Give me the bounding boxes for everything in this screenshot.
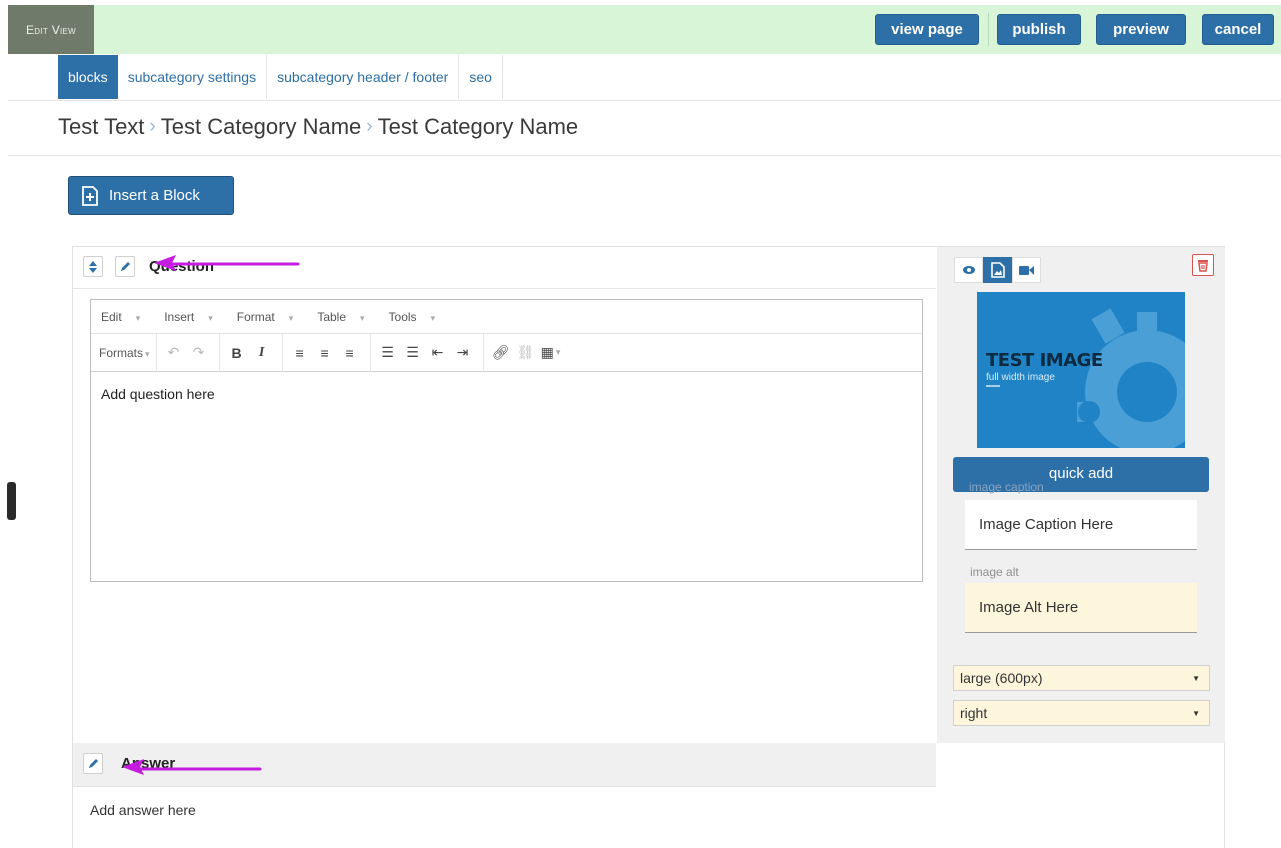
add-document-icon bbox=[82, 185, 98, 206]
caret-down-icon: ▼ bbox=[1192, 709, 1200, 718]
italic-icon[interactable]: I bbox=[251, 342, 273, 364]
image-alt-field[interactable]: Image Alt Here bbox=[965, 583, 1197, 633]
image-caption-field[interactable]: Image Caption Here bbox=[965, 500, 1197, 550]
menu-edit[interactable]: Edit ▾ bbox=[101, 310, 152, 324]
outdent-icon[interactable]: ⇤ bbox=[427, 342, 449, 364]
publish-button[interactable]: publish bbox=[997, 14, 1081, 45]
menu-insert[interactable]: Insert ▾ bbox=[164, 310, 225, 324]
pencil-icon bbox=[121, 261, 130, 271]
question-text[interactable]: Add question here bbox=[91, 372, 922, 416]
sort-icon bbox=[89, 260, 97, 273]
image-align-select[interactable]: right ▼ bbox=[953, 700, 1210, 726]
image-alt-label: image alt bbox=[970, 565, 1019, 579]
divider bbox=[8, 155, 1281, 156]
undo-icon[interactable]: ↶ bbox=[163, 342, 185, 364]
table-icon[interactable]: ▦ ▾ bbox=[540, 342, 562, 364]
question-editor: Edit ▾ Insert ▾ Format ▾ Table ▾ Tools ▾ Form… bbox=[90, 299, 923, 582]
divider bbox=[988, 13, 989, 46]
menu-table[interactable]: Table ▾ bbox=[317, 310, 376, 324]
image-caption-label: image caption bbox=[969, 480, 1044, 494]
delete-block-button[interactable] bbox=[1192, 254, 1214, 276]
menu-format[interactable]: Format ▾ bbox=[237, 310, 306, 324]
eye-icon bbox=[962, 266, 975, 274]
view-page-button[interactable]: view page bbox=[875, 14, 979, 45]
trash-icon bbox=[1198, 259, 1208, 272]
preview-button[interactable]: preview bbox=[1096, 14, 1186, 45]
editor-menu-bar: Edit ▾ Insert ▾ Format ▾ Table ▾ Tools ▾ bbox=[91, 300, 922, 334]
video-tab[interactable] bbox=[1012, 257, 1041, 283]
image-size-value: large (600px) bbox=[960, 670, 1043, 686]
image-tab[interactable] bbox=[983, 257, 1012, 283]
divider bbox=[8, 100, 1281, 101]
bold-icon[interactable]: B bbox=[226, 342, 248, 364]
breadcrumb-item[interactable]: Test Category Name bbox=[161, 114, 362, 140]
reorder-button[interactable] bbox=[83, 256, 103, 277]
video-camera-icon bbox=[1018, 265, 1034, 275]
link-icon[interactable]: 🔗︎ bbox=[490, 342, 512, 364]
chevron-right-icon: › bbox=[366, 116, 373, 137]
numbered-list-icon[interactable]: ☰ bbox=[377, 342, 399, 364]
image-size-select[interactable]: large (600px) ▼ bbox=[953, 665, 1210, 691]
align-right-icon[interactable]: ≡ bbox=[339, 342, 361, 364]
thumbnail-title: TEST IMAGE bbox=[986, 350, 1103, 371]
redo-icon[interactable]: ↷ bbox=[188, 342, 210, 364]
annotation-arrow-icon bbox=[122, 759, 262, 775]
chevron-right-icon: › bbox=[149, 116, 156, 137]
side-drawer-handle[interactable] bbox=[7, 482, 16, 520]
caret-down-icon: ▼ bbox=[1192, 674, 1200, 683]
media-tabs bbox=[954, 257, 1041, 283]
insert-block-label: Insert a Block bbox=[109, 187, 200, 204]
image-file-icon bbox=[990, 262, 1005, 278]
thumbnail-rule bbox=[986, 385, 1000, 387]
tab-seo[interactable]: seo bbox=[459, 55, 503, 99]
align-center-icon[interactable]: ≡ bbox=[314, 342, 336, 364]
thumbnail-subtitle: full width image bbox=[986, 372, 1055, 383]
top-bar: Edit View view page publish preview canc… bbox=[8, 5, 1281, 54]
breadcrumb-item: Test Category Name bbox=[377, 114, 579, 139]
tab-blocks[interactable]: blocks bbox=[58, 55, 118, 99]
bullet-list-icon[interactable]: ☰ bbox=[402, 342, 424, 364]
answer-text[interactable]: Add answer here bbox=[90, 802, 196, 818]
preview-tab[interactable] bbox=[954, 257, 983, 283]
pencil-icon bbox=[89, 758, 98, 768]
tab-subcategory-settings[interactable]: subcategory settings bbox=[118, 55, 268, 99]
image-align-value: right bbox=[960, 705, 988, 721]
breadcrumb: Test Text › Test Category Name › Test Ca… bbox=[58, 114, 578, 140]
image-thumbnail[interactable]: TEST IMAGE full width image bbox=[977, 292, 1185, 448]
cancel-button[interactable]: cancel bbox=[1202, 14, 1274, 45]
align-left-icon[interactable]: ≡ bbox=[289, 342, 311, 364]
edit-question-button[interactable] bbox=[115, 256, 135, 277]
annotation-arrow-icon bbox=[154, 255, 300, 271]
tab-subcategory-header-footer[interactable]: subcategory header / footer bbox=[267, 55, 460, 99]
indent-icon[interactable]: ⇥ bbox=[452, 342, 474, 364]
unlink-icon[interactable]: ⛓︎ bbox=[515, 342, 537, 364]
edit-answer-button[interactable] bbox=[83, 753, 103, 774]
edit-view-label: Edit View bbox=[8, 5, 94, 54]
page: Edit View view page publish preview canc… bbox=[0, 0, 1281, 848]
editor-toolbar: Formats ▾ ↶ ↷ B I ≡ ≡ ≡ ☰ ☰ ⇤ ⇥ 🔗︎ ⛓︎ ▦ … bbox=[91, 333, 922, 372]
menu-tools[interactable]: Tools ▾ bbox=[389, 310, 448, 324]
breadcrumb-item[interactable]: Test Text bbox=[58, 114, 144, 140]
insert-block-button[interactable]: Insert a Block bbox=[68, 176, 234, 215]
tab-bar: blocks subcategory settings subcategory … bbox=[58, 55, 503, 99]
media-panel: TEST IMAGE full width image quick add im… bbox=[937, 247, 1225, 743]
formats-dropdown[interactable]: Formats ▾ bbox=[99, 346, 150, 360]
